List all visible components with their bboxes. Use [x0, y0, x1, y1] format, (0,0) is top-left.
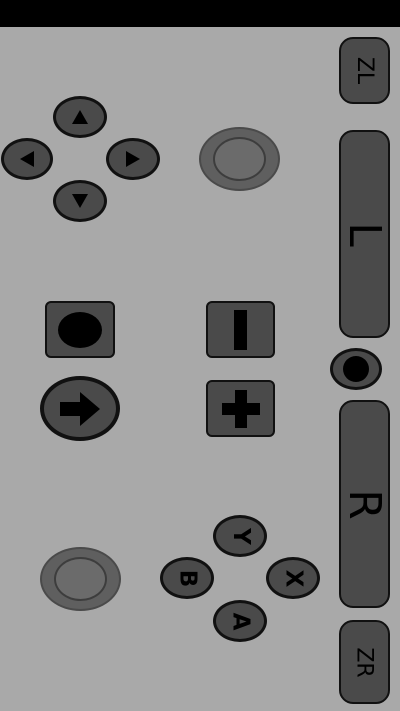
zl-label: ZL — [351, 56, 377, 85]
dpad-down-button[interactable] — [53, 180, 107, 222]
capture-button[interactable] — [45, 301, 115, 358]
y-button[interactable]: Y — [213, 515, 267, 557]
a-button[interactable]: A — [213, 600, 267, 642]
plus-icon — [221, 389, 260, 428]
right-analog-stick[interactable] — [40, 547, 121, 611]
arrow-right-icon — [60, 391, 100, 426]
l-label: L — [338, 221, 390, 247]
b-label: B — [174, 569, 201, 587]
left-stick-cap — [213, 137, 266, 181]
capture-round-button[interactable] — [330, 348, 382, 390]
triangle-up-icon — [72, 110, 88, 124]
zl-button[interactable]: ZL — [339, 37, 390, 104]
triangle-down-icon — [72, 194, 88, 208]
triangle-right-icon — [126, 151, 140, 167]
triangle-left-icon — [20, 151, 34, 167]
status-bar — [0, 0, 400, 27]
minus-button[interactable] — [206, 301, 275, 358]
circle-icon — [343, 356, 369, 382]
plus-button[interactable] — [206, 380, 275, 437]
home-button[interactable] — [40, 376, 120, 441]
dpad-right-button[interactable] — [106, 138, 160, 180]
b-button[interactable]: B — [160, 557, 214, 599]
minus-icon — [234, 309, 247, 350]
right-stick-cap — [54, 557, 107, 601]
x-label: X — [280, 569, 307, 587]
zr-button[interactable]: ZR — [339, 620, 390, 704]
circle-icon — [58, 311, 102, 348]
y-label: Y — [227, 527, 254, 545]
controller-pad: ZL L R ZR Y B X A — [0, 27, 400, 711]
left-analog-stick[interactable] — [199, 127, 280, 191]
l-button[interactable]: L — [339, 130, 390, 338]
a-label: A — [227, 612, 254, 630]
x-button[interactable]: X — [266, 557, 320, 599]
dpad-up-button[interactable] — [53, 96, 107, 138]
dpad-left-button[interactable] — [1, 138, 53, 180]
r-button[interactable]: R — [339, 400, 390, 608]
r-label: R — [338, 488, 390, 520]
zr-label: ZR — [351, 646, 377, 678]
